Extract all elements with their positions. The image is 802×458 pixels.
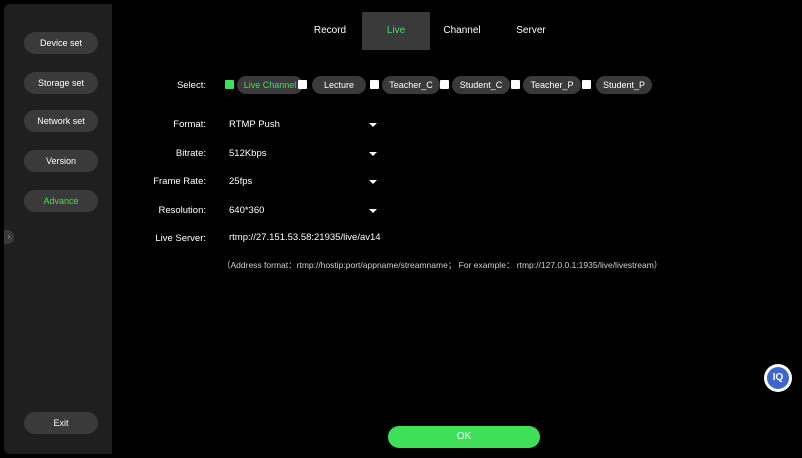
tab-live[interactable]: Live (362, 12, 430, 50)
option-lecture-label[interactable]: Lecture (312, 76, 366, 94)
option-teacher-c-label[interactable]: Teacher_C (382, 76, 440, 94)
format-select[interactable]: RTMP Push (229, 119, 379, 135)
help-icon: IQ (767, 367, 789, 389)
sidebar-item-device-set[interactable]: Device set (24, 32, 98, 54)
option-student-p-label[interactable]: Student_P (596, 76, 652, 94)
checkbox-icon[interactable] (370, 80, 379, 89)
ok-button[interactable]: OK (388, 426, 540, 448)
format-value: RTMP Push (229, 119, 280, 130)
option-student-c-label[interactable]: Student_C (452, 76, 510, 94)
checkbox-icon[interactable] (298, 80, 307, 89)
tab-record[interactable]: Record (302, 12, 358, 50)
caret-down-icon (369, 152, 377, 156)
checkbox-icon[interactable] (511, 80, 520, 89)
address-format-hint: （Address format：rtmp://hostip:port/appna… (222, 260, 663, 270)
exit-button[interactable]: Exit (24, 412, 98, 434)
checkbox-icon[interactable] (440, 80, 449, 89)
sidebar-item-storage-set[interactable]: Storage set (24, 72, 98, 94)
checkbox-icon[interactable] (582, 80, 591, 89)
bitrate-value: 512Kbps (229, 148, 267, 159)
frame-rate-value: 25fps (229, 176, 253, 187)
caret-down-icon (369, 209, 377, 213)
sidebar: Device set Storage set Network set Versi… (4, 4, 112, 454)
option-live-channel-label[interactable]: Live Channel (237, 76, 303, 94)
option-lecture[interactable]: Lecture (298, 76, 368, 94)
bitrate-select[interactable]: 512Kbps (229, 148, 379, 164)
live-server-label: Live Server: (155, 233, 206, 244)
option-student-c[interactable]: Student_C (440, 76, 510, 94)
option-teacher-c[interactable]: Teacher_C (370, 76, 440, 94)
bitrate-label: Bitrate: (175, 148, 206, 159)
sidebar-item-advance[interactable]: Advance (24, 190, 98, 212)
sidebar-item-network-set[interactable]: Network set (24, 110, 98, 132)
help-button[interactable]: IQ (764, 364, 792, 392)
format-label: Format: (173, 119, 206, 130)
caret-down-icon (369, 123, 377, 127)
chevron-right-icon[interactable]: › (4, 230, 14, 244)
live-server-input[interactable] (225, 229, 488, 245)
tab-server[interactable]: Server (500, 12, 562, 50)
main-panel: Record Live Channel Server Select: Live … (112, 4, 798, 454)
checkbox-checked-icon[interactable] (225, 80, 234, 89)
frame-rate-label: Frame Rate: (153, 176, 206, 187)
caret-down-icon (369, 180, 377, 184)
resolution-select[interactable]: 640*360 (229, 205, 379, 221)
settings-window: Device set Storage set Network set Versi… (4, 4, 798, 454)
option-teacher-p-label[interactable]: Teacher_P (523, 76, 581, 94)
tab-channel[interactable]: Channel (432, 12, 492, 50)
option-teacher-p[interactable]: Teacher_P (511, 76, 581, 94)
select-label: Select: (176, 80, 206, 91)
option-live-channel[interactable]: Live Channel (225, 76, 303, 94)
frame-rate-select[interactable]: 25fps (229, 176, 379, 192)
resolution-value: 640*360 (229, 205, 265, 216)
resolution-label: Resolution: (158, 205, 206, 216)
option-student-p[interactable]: Student_P (582, 76, 652, 94)
sidebar-item-version[interactable]: Version (24, 150, 98, 172)
